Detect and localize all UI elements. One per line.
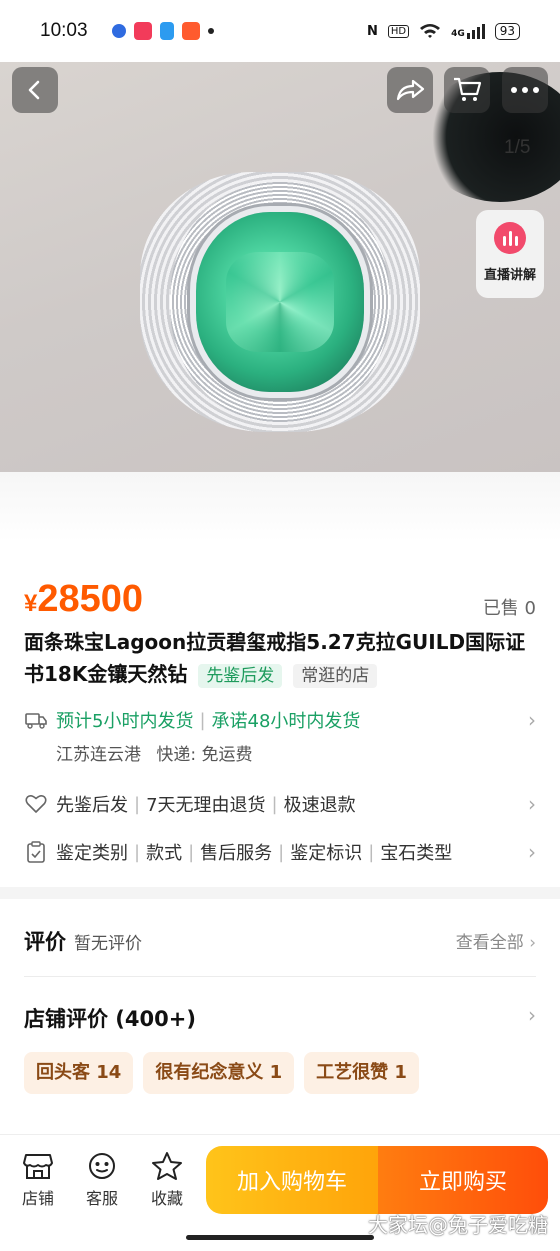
wifi-icon [420,24,441,38]
currency-symbol: ¥ [24,590,38,617]
guarantee-item-3: 极速退款 [283,795,356,816]
frequent-shop-tag: 常逛的店 [293,664,378,688]
play-app-icon [159,22,174,40]
video-app-icon [181,22,200,40]
param-item-2: 款式 [146,843,183,864]
ship-promise: 承诺48小时内发货 [211,711,361,732]
shipping-row[interactable]: 预计5小时内发货 | 承诺48小时内发货 › [24,707,536,733]
chevron-right-icon[interactable]: › [528,1003,536,1027]
nfc-icon: N [366,23,378,39]
param-item-1: 鉴定类别 [56,843,128,864]
share-button[interactable] [387,67,433,113]
shop-icon [23,1154,53,1179]
back-button[interactable] [12,67,58,113]
ship-origin: 江苏连云港 [56,745,141,765]
chevron-right-icon: › [529,933,536,953]
shop-label: 店铺 [21,1189,54,1208]
chevron-right-icon: › [528,840,536,864]
add-to-cart-button[interactable]: 加入购物车 [206,1146,378,1214]
params-row[interactable]: 鉴定类别 | 款式 | 售后服务 | 鉴定标识 | 宝石类型 › [24,839,536,865]
favorite-button[interactable]: 收藏 [137,1151,197,1209]
signal-type-label: 4G [451,28,465,39]
review-chip[interactable]: 很有纪念意义 1 [143,1052,295,1094]
buy-now-button[interactable]: 立即购买 [378,1146,548,1214]
shopping-cart-icon [454,77,482,101]
watermark: 大家坛@兔子爱吃糖 [368,1213,548,1237]
battery-indicator: 93 [494,22,520,40]
gem-facet-image [226,252,334,352]
star-icon [152,1152,182,1180]
heart-outline-icon [24,792,48,816]
divider [24,976,536,977]
share-icon [396,79,425,101]
guarantee-item-2: 7天无理由退货 [146,795,266,816]
price: ¥28500 [24,578,143,621]
delivery-truck-icon [24,708,48,732]
product-detail-page: 10:03 N HD 4G 93 1/5 直播讲解 ¥28500 已售 0 面条… [0,0,560,1251]
music-app-icon [133,22,152,40]
status-bar: 10:03 N HD 4G 93 [0,0,560,62]
shop-review-chips: 回头客 14 很有纪念意义 1 工艺很赞 1 [24,1052,419,1094]
signal-icon: 4G [451,23,485,39]
review-chip[interactable]: 工艺很赞 1 [304,1052,419,1094]
section-gap [0,887,560,899]
more-notifications-dot-icon [207,28,214,34]
delivery-fee: 快递: 免运费 [156,745,253,765]
sold-count: 已售 0 [482,598,536,619]
param-item-5: 宝石类型 [380,843,453,864]
product-title: 面条珠宝Lagoon拉贡碧玺戒指5.27克拉GUILD国际证书18K金镶天然钻 … [24,626,536,690]
guarantee-row[interactable]: 先鉴后发 | 7天无理由退货 | 极速退款 › [24,791,536,817]
reviews-title: 评价 [24,930,66,954]
clipboard-icon [24,840,48,864]
customer-service-label: 客服 [85,1189,118,1208]
chevron-right-icon: › [528,708,536,732]
live-explain-button[interactable]: 直播讲解 [476,210,544,298]
status-time: 10:03 [40,20,88,41]
hd-icon: HD [387,24,410,38]
customer-service-icon [89,1153,115,1179]
guarantee-item-1: 先鉴后发 [56,795,128,816]
image-page-indicator: 1/5 [504,137,531,158]
status-app-icons [111,22,214,40]
favorite-label: 收藏 [150,1189,183,1208]
separator: | [199,709,206,731]
reviews-header: 评价 暂无评价 [24,926,142,956]
shipping-origin: 江苏连云港 快递: 免运费 [56,740,253,765]
shop-reviews-title[interactable]: 店铺评价 (400+) [24,1003,196,1033]
param-item-4: 鉴定标识 [290,843,363,864]
reviews-subtitle: 暂无评价 [74,934,142,954]
cart-button[interactable] [444,67,490,113]
price-value: 28500 [37,578,144,620]
live-explain-label: 直播讲解 [483,268,536,283]
customer-service-button[interactable]: 客服 [72,1151,132,1209]
ship-time: 预计5小时内发货 [56,711,194,732]
more-options-button[interactable] [502,67,548,113]
see-all-reviews-link[interactable]: 查看全部 › [456,928,536,953]
purchase-buttons: 加入购物车 立即购买 [206,1146,548,1214]
review-chip[interactable]: 回头客 14 [24,1052,134,1094]
authenticate-first-tag: 先鉴后发 [198,664,283,688]
param-item-3: 售后服务 [200,843,273,864]
more-dots-icon [511,87,539,93]
home-indicator[interactable] [186,1235,374,1240]
status-right: N HD 4G 93 [366,22,520,40]
chevron-right-icon: › [528,792,536,816]
see-all-label: 查看全部 [455,933,524,953]
live-bars-icon [494,222,526,254]
shop-nav-button[interactable]: 店铺 [8,1151,68,1209]
chevron-left-icon [28,80,40,100]
baidu-app-icon [111,24,126,38]
